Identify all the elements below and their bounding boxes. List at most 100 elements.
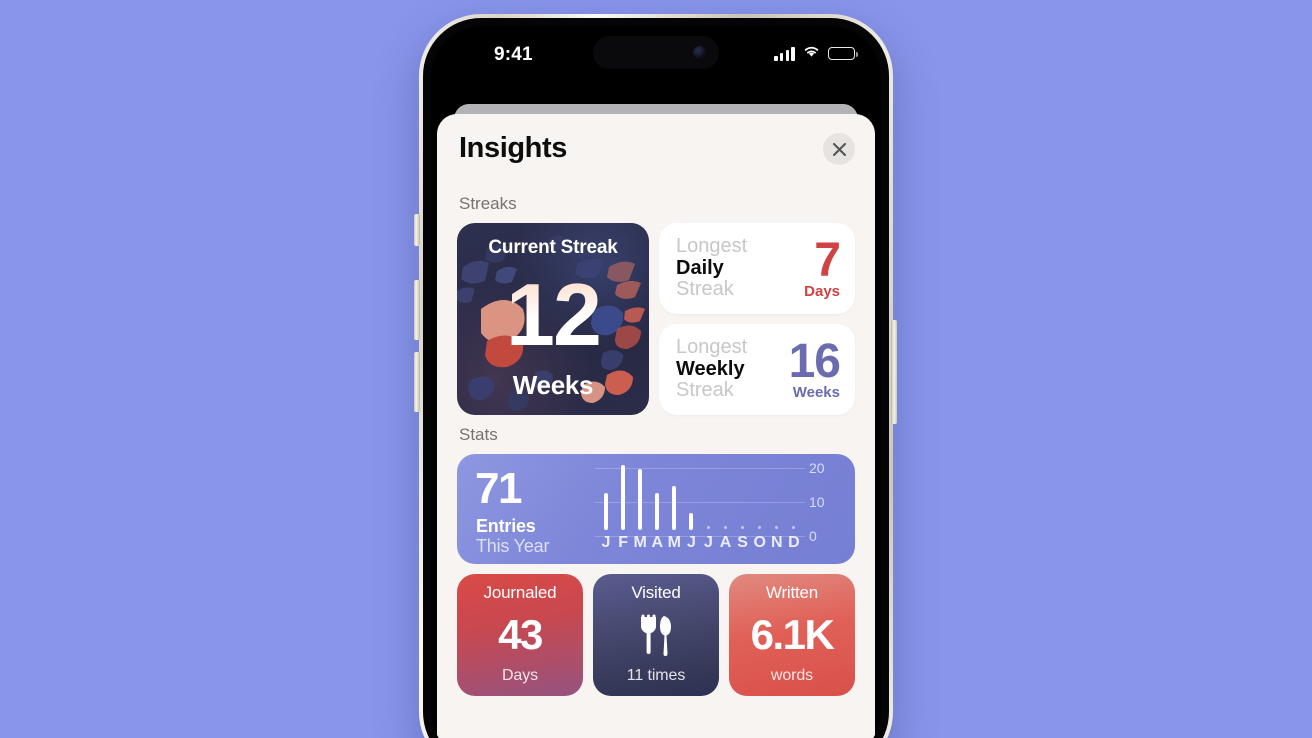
entries-this-year-card[interactable]: 71 Entries This Year 20 10 0 JFMAMJJASOND <box>457 454 855 564</box>
front-camera-icon <box>693 46 706 59</box>
chart-bar-slot <box>633 468 647 530</box>
silent-switch[interactable] <box>414 214 420 246</box>
weekly-streak-line3: Streak <box>676 379 734 402</box>
chart-bar-slot <box>753 468 767 530</box>
daily-streak-line3: Streak <box>676 278 734 301</box>
wifi-icon <box>802 44 821 63</box>
streaks-section-label: Streaks <box>459 194 517 213</box>
chart-zero-dot <box>775 526 779 529</box>
current-streak-card[interactable]: Current Streak 12 Weeks <box>457 223 649 415</box>
weekly-streak-unit: Weeks <box>792 383 840 401</box>
phone-screen: 9:41 Insights Streaks Current Streak 12 … <box>431 26 881 738</box>
chart-bar <box>689 513 694 530</box>
chart-bar-slot <box>787 468 801 530</box>
chart-bar-slot <box>684 468 698 530</box>
current-streak-value: 12 <box>457 271 649 359</box>
weekly-streak-value: 16 <box>788 335 841 389</box>
close-button[interactable] <box>823 133 855 165</box>
insights-sheet: Insights Streaks Current Streak 12 Weeks… <box>437 114 875 738</box>
chart-month-label: D <box>788 534 800 551</box>
daily-streak-unit: Days <box>804 282 840 300</box>
chart-zero-dot <box>741 526 745 529</box>
entries-bar-chart: 20 10 0 JFMAMJJASOND <box>595 460 843 556</box>
volume-up-button[interactable] <box>414 280 420 340</box>
chart-bar-slot <box>616 465 630 530</box>
battery-icon <box>828 47 858 60</box>
written-unit: words <box>770 667 814 684</box>
streaks-row: Current Streak 12 Weeks Longest Daily St… <box>457 223 855 415</box>
chart-month-label: M <box>633 534 647 551</box>
chart-y-tick: 0 <box>809 528 817 544</box>
page-title: Insights <box>459 132 567 164</box>
stats-tiles-row: Journaled 43 Days Visited 11 times Writt… <box>457 574 855 696</box>
volume-down-button[interactable] <box>414 352 420 412</box>
chart-month-label: M <box>667 534 681 551</box>
chart-zero-dot <box>706 526 710 529</box>
daily-streak-text: Longest Daily Streak <box>676 235 804 301</box>
chart-bar <box>604 492 608 530</box>
chart-y-tick: 20 <box>809 460 825 476</box>
status-indicators <box>774 44 858 63</box>
entries-sublabel: This Year <box>476 536 550 556</box>
visited-tile[interactable]: Visited 11 times <box>593 574 719 696</box>
weekly-streak-text: Longest Weekly Streak <box>676 336 789 402</box>
close-icon <box>832 142 847 157</box>
chart-zero-dot <box>724 526 728 529</box>
chart-month-label: A <box>651 534 664 551</box>
chart-bar <box>621 465 626 530</box>
journaled-value: 43 <box>498 611 543 658</box>
chart-bar <box>672 485 677 530</box>
chart-bar-slot <box>650 468 664 530</box>
written-tile[interactable]: Written 6.1K words <box>729 574 855 696</box>
signal-icon <box>774 46 795 61</box>
chart-bar-slot <box>667 468 681 530</box>
chart-zero-dot <box>758 526 762 529</box>
cutlery-icon <box>636 613 676 657</box>
chart-month-label: J <box>601 534 611 551</box>
daily-streak-line2: Daily <box>676 256 724 279</box>
chart-x-axis-labels: JFMAMJJASOND <box>595 534 805 554</box>
journaled-unit: Days <box>501 667 539 684</box>
current-streak-label: Current Streak <box>488 237 618 258</box>
daily-streak-value: 7 <box>814 234 841 288</box>
chart-bar-slot <box>736 468 750 530</box>
chart-month-label: O <box>753 534 766 551</box>
status-bar: 9:41 <box>431 26 881 84</box>
written-value: 6.1K <box>750 611 835 658</box>
chart-bar-slot <box>770 468 784 530</box>
visited-title: Visited <box>631 583 681 602</box>
current-streak-unit: Weeks <box>512 370 594 400</box>
longest-weekly-streak-card[interactable]: Longest Weekly Streak 16 Weeks <box>659 324 855 415</box>
chart-month-label: J <box>704 534 713 551</box>
visited-unit: 11 times <box>626 667 686 684</box>
weekly-streak-number: 16 Weeks <box>789 338 841 401</box>
written-title: Written <box>765 583 819 602</box>
sheet-header: Insights <box>437 114 875 184</box>
chart-bar <box>655 492 660 530</box>
daily-streak-line1: Longest <box>676 235 748 258</box>
weekly-streak-line2: Weekly <box>676 357 745 380</box>
power-button[interactable] <box>891 320 897 424</box>
chart-zero-dot <box>792 526 796 529</box>
chart-month-label: N <box>771 534 783 551</box>
chart-month-label: S <box>737 534 748 551</box>
journaled-tile[interactable]: Journaled 43 Days <box>457 574 583 696</box>
journaled-title: Journaled <box>483 583 557 602</box>
chart-month-label: A <box>719 534 732 551</box>
stats-section-label: Stats <box>459 425 498 444</box>
chart-bars <box>595 465 805 530</box>
entries-value: 71 <box>475 464 522 513</box>
weekly-streak-line1: Longest <box>676 336 748 359</box>
chart-bar <box>638 468 643 530</box>
chart-month-label: F <box>618 534 628 551</box>
streak-side-column: Longest Daily Streak 7 Days Longest Week… <box>659 223 855 415</box>
daily-streak-number: 7 Days <box>804 237 841 300</box>
chart-bar-slot <box>599 468 613 530</box>
chart-y-tick: 10 <box>809 494 825 510</box>
longest-daily-streak-card[interactable]: Longest Daily Streak 7 Days <box>659 223 855 314</box>
chart-bar-slot <box>719 468 733 530</box>
entries-label: Entries <box>476 516 536 536</box>
status-time: 9:41 <box>494 44 533 65</box>
chart-bar-slot <box>701 468 715 530</box>
chart-month-label: J <box>686 534 696 551</box>
